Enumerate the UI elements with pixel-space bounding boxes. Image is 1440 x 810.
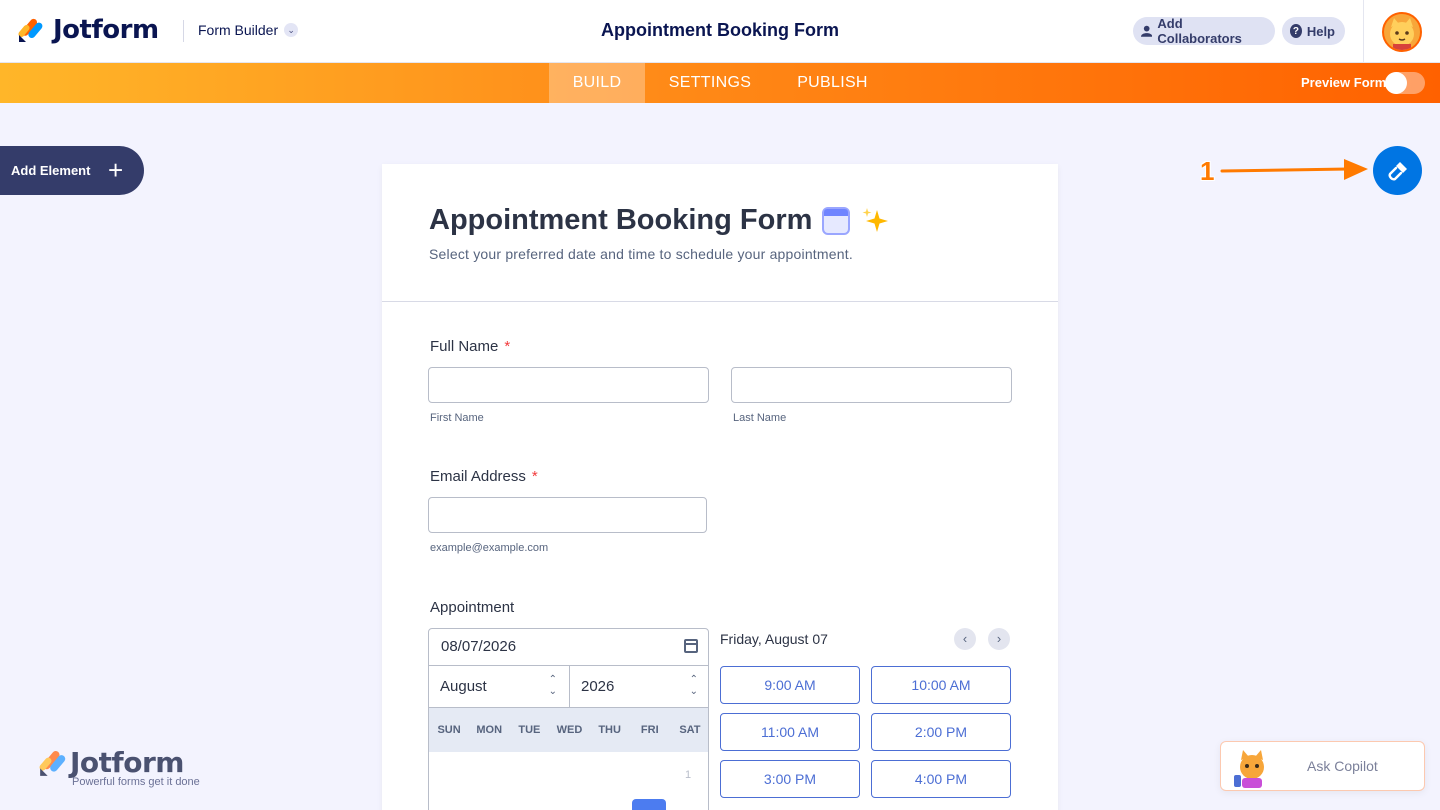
help-icon: ? <box>1290 24 1302 38</box>
tab-settings[interactable]: SETTINGS <box>660 63 760 103</box>
weekday-sun: SUN <box>437 724 461 736</box>
chevron-right-icon[interactable]: › <box>988 628 1010 650</box>
jotform-logo-icon <box>18 18 43 42</box>
jotform-logo[interactable]: Jotform <box>17 14 159 46</box>
first-name-input[interactable] <box>428 367 709 403</box>
weekday-sat: SAT <box>679 724 701 736</box>
calendar-icon[interactable] <box>684 639 698 653</box>
toggle-knob <box>1385 72 1407 94</box>
cat-avatar-icon <box>1390 18 1414 50</box>
paint-roller-icon <box>1387 161 1407 181</box>
sparkles-icon <box>862 207 889 232</box>
logo-text: Jotform <box>53 15 159 45</box>
weekday-thu: THU <box>598 724 621 736</box>
full-name-label-text: Full Name <box>430 338 499 355</box>
first-name-sublabel: First Name <box>430 412 484 424</box>
add-collaborators-label: Add Collaborators <box>1157 16 1242 46</box>
last-name-input[interactable] <box>731 367 1012 403</box>
time-slot-button[interactable]: 10:00 AM <box>871 666 1011 704</box>
month-select[interactable]: August ⌃ ⌄ <box>429 666 570 707</box>
avatar[interactable] <box>1382 12 1422 52</box>
year-value: 2026 <box>581 678 615 695</box>
select-arrows-icon: ⌃ ⌄ <box>689 674 698 697</box>
help-label: Help <box>1306 23 1335 39</box>
add-element-button[interactable]: Add Element + <box>0 146 144 195</box>
form-header[interactable]: Appointment Booking Form Select your pre… <box>382 164 1058 302</box>
ask-copilot-button[interactable]: Ask Copilot <box>1220 741 1425 791</box>
page-title[interactable]: Appointment Booking Form <box>520 20 920 41</box>
tab-publish[interactable]: PUBLISH <box>785 63 880 103</box>
required-mark: * <box>531 468 538 485</box>
time-slot-button[interactable]: 4:00 PM <box>871 760 1011 798</box>
form-title: Appointment Booking Form <box>429 204 890 237</box>
email-sublabel: example@example.com <box>430 542 549 554</box>
month-value: August <box>440 678 487 695</box>
ask-copilot-label: Ask Copilot <box>1307 758 1378 774</box>
appointment-calendar: 08/07/2026 August ⌃ ⌄ 2026 ⌃ ⌄ SUN MON TUE… <box>428 628 709 810</box>
top-bar: Jotform Form Builder ⌄ Appointment Booki… <box>0 0 1440 63</box>
form-card: Appointment Booking Form Select your pre… <box>382 164 1058 810</box>
selected-day[interactable] <box>632 799 666 810</box>
weekday-tue: TUE <box>518 724 541 736</box>
month-year-selects: August ⌃ ⌄ 2026 ⌃ ⌄ <box>429 666 708 708</box>
weekday-mon: MON <box>476 724 503 736</box>
time-slot-button[interactable]: 2:00 PM <box>871 713 1011 751</box>
watermark-logo-text: Jotform <box>70 746 184 779</box>
date-input[interactable]: 08/07/2026 <box>429 629 708 666</box>
copilot-cat-icon <box>1234 750 1264 788</box>
calendar-emoji-icon <box>822 206 851 235</box>
select-arrows-icon: ⌃ ⌄ <box>548 674 557 697</box>
date-value: 08/07/2026 <box>441 638 517 655</box>
builder-nav: BUILD SETTINGS PUBLISH Preview Form <box>0 63 1440 103</box>
full-name-label: Full Name * <box>430 338 510 355</box>
plus-icon: + <box>108 155 124 185</box>
jotform-logo-icon <box>39 751 66 776</box>
form-designer-button[interactable] <box>1373 146 1422 195</box>
annotation-arrow <box>1220 159 1368 180</box>
divider <box>1363 0 1364 63</box>
year-select[interactable]: 2026 ⌃ ⌄ <box>570 666 708 707</box>
required-mark: * <box>504 338 511 355</box>
appointment-label: Appointment <box>430 599 515 616</box>
tab-build[interactable]: BUILD <box>549 63 645 103</box>
chevron-down-icon: ⌄ <box>284 23 299 37</box>
preview-form-toggle[interactable] <box>1385 72 1425 94</box>
form-subtitle: Select your preferred date and time to s… <box>429 246 853 262</box>
time-slot-button[interactable]: 9:00 AM <box>720 666 860 704</box>
last-name-sublabel: Last Name <box>733 412 787 424</box>
calendar-day[interactable]: 1 <box>685 769 691 781</box>
selected-date-heading: Friday, August 07 <box>720 631 828 647</box>
form-builder-label: Form Builder <box>198 22 279 38</box>
weekday-header: SUN MON TUE WED THU FRI SAT <box>429 708 708 752</box>
weekday-wed: WED <box>556 724 583 736</box>
form-title-text: Appointment Booking Form <box>429 204 813 236</box>
divider <box>183 20 184 42</box>
email-label-text: Email Address <box>430 468 526 485</box>
preview-form-label: Preview Form <box>1301 75 1387 90</box>
watermark-tagline: Powerful forms get it done <box>72 776 200 788</box>
email-input[interactable] <box>428 497 707 533</box>
user-icon <box>1141 25 1153 37</box>
time-slot-button[interactable]: 11:00 AM <box>720 713 860 751</box>
add-element-label: Add Element <box>11 163 91 178</box>
weekday-fri: FRI <box>640 724 659 736</box>
form-builder-dropdown[interactable]: Form Builder ⌄ <box>198 22 299 38</box>
time-slot-button[interactable]: 3:00 PM <box>720 760 860 798</box>
email-label: Email Address * <box>430 468 538 485</box>
chevron-left-icon[interactable]: ‹ <box>954 628 976 650</box>
annotation-number: 1 <box>1200 156 1215 186</box>
add-collaborators-button[interactable]: Add Collaborators <box>1133 16 1275 46</box>
help-button[interactable]: ? Help <box>1282 17 1345 45</box>
